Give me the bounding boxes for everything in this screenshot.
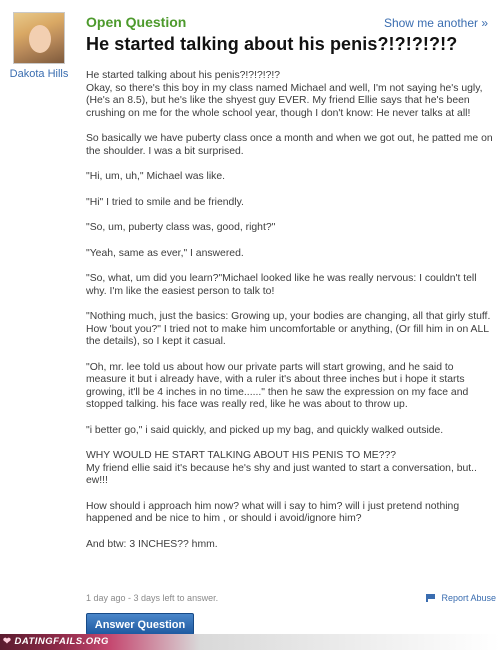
body-paragraph: So basically we have puberty class once … — [86, 133, 493, 157]
question-type-label: Open Question — [86, 14, 187, 30]
body-paragraph: "Hi" I tried to smile and be friendly. — [86, 196, 244, 208]
report-abuse-label: Report Abuse — [441, 593, 496, 603]
body-paragraph: "So, um, puberty class was, good, right?… — [86, 222, 276, 233]
body-paragraph: "i better go," i said quickly, and picke… — [86, 424, 444, 436]
body-paragraph: How should i approach him now? what will… — [86, 500, 460, 525]
question-meta: 1 day ago - 3 days left to answer. — [86, 593, 219, 603]
body-paragraph: He started talking about his penis?!?!?!… — [86, 70, 483, 119]
body-paragraph: "Yeah, same as ever," I answered. — [86, 247, 244, 259]
show-another-link[interactable]: Show me another » — [384, 16, 488, 30]
body-paragraph: And btw: 3 INCHES?? hmm. — [86, 538, 218, 550]
body-paragraph: WHY WOULD HE START TALKING ABOUT HIS PEN… — [86, 450, 477, 486]
question-body: He started talking about his penis?!?!?!… — [86, 70, 496, 564]
asker-avatar[interactable] — [13, 12, 65, 64]
body-paragraph: "Hi, um, uh," Michael was like. — [86, 171, 226, 182]
report-abuse-link[interactable]: Report Abuse — [426, 593, 496, 603]
asker-panel: Dakota Hills — [6, 12, 72, 80]
watermark: ❤ DATINGFAILS.ORG — [3, 636, 109, 647]
body-paragraph: "Nothing much, just the basics: Growing … — [86, 311, 491, 347]
body-paragraph: "So, what, um did you learn?"Michael loo… — [86, 273, 477, 297]
body-paragraph: "Oh, mr. lee told us about how our priva… — [86, 361, 469, 411]
heart-icon: ❤ — [3, 636, 12, 647]
avatar-face — [29, 25, 51, 53]
asker-name-link[interactable]: Dakota Hills — [6, 68, 72, 80]
watermark-text: DATINGFAILS.ORG — [14, 636, 109, 647]
question-title: He started talking about his penis?!?!?!… — [86, 34, 458, 54]
flag-icon — [426, 594, 437, 602]
answer-question-button[interactable]: Answer Question — [86, 613, 194, 635]
